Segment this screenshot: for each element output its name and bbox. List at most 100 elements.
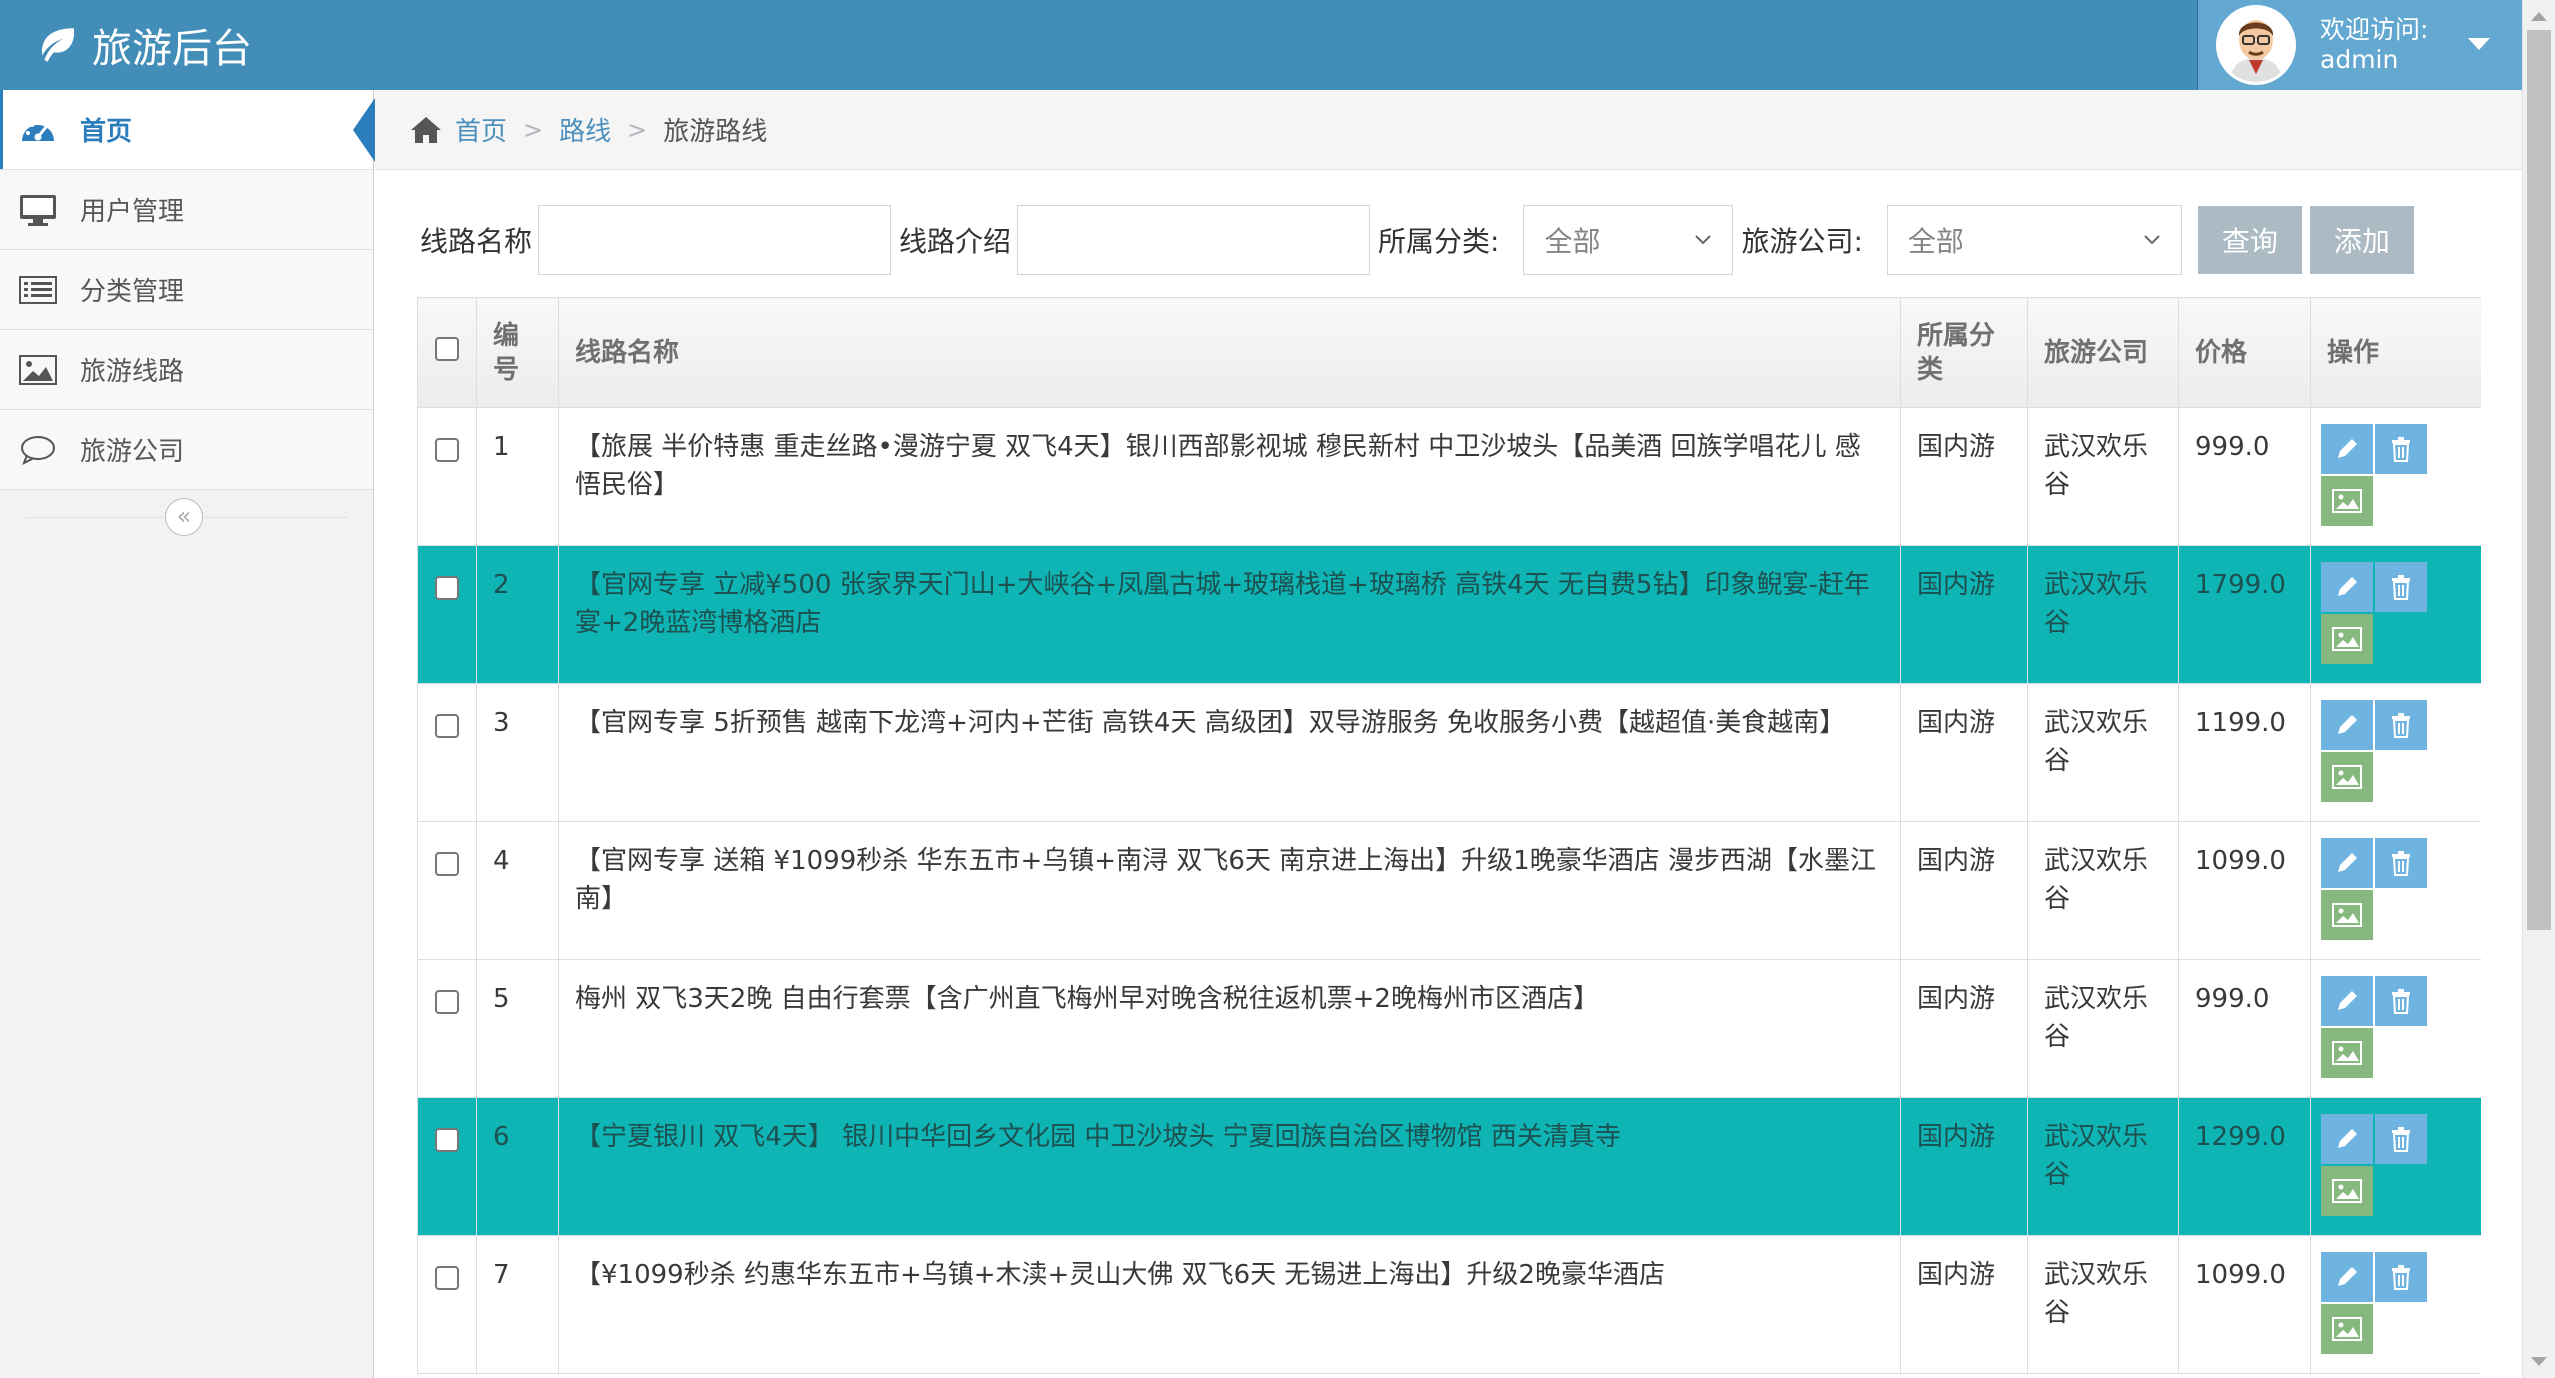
- scroll-down-arrow-icon[interactable]: [2531, 1357, 2547, 1366]
- cell-ops: [2310, 545, 2481, 684]
- table-row[interactable]: 4 【官网专享 送箱 ¥1099秒杀 华东五市+乌镇+南浔 双飞6天 南京进上海…: [417, 821, 2481, 960]
- table-row[interactable]: 5 梅州 双飞3天2晚 自由行套票【含广州直飞梅州早对晚含税往返机票+2晚梅州市…: [417, 959, 2481, 1098]
- scroll-thumb[interactable]: [2527, 30, 2551, 930]
- add-button[interactable]: 添加: [2309, 206, 2414, 274]
- cell-id: 4: [476, 821, 559, 960]
- image-button[interactable]: [2321, 614, 2373, 664]
- row-checkbox[interactable]: [435, 852, 459, 876]
- delete-button[interactable]: [2375, 1252, 2427, 1302]
- cell-ops: [2310, 683, 2481, 822]
- user-avatar[interactable]: [2216, 5, 2296, 85]
- collapse-sidebar-icon[interactable]: «: [165, 498, 203, 536]
- edit-button[interactable]: [2321, 424, 2373, 474]
- route-intro-input[interactable]: [1017, 205, 1371, 275]
- column-header-category[interactable]: 所属分类: [1900, 297, 2028, 408]
- page-scrollbar[interactable]: [2522, 0, 2555, 1378]
- column-header-id[interactable]: 编号: [476, 297, 559, 408]
- row-checkbox[interactable]: [435, 1266, 459, 1290]
- scroll-up-arrow-icon[interactable]: [2531, 12, 2547, 21]
- row-checkbox[interactable]: [435, 990, 459, 1014]
- image-button[interactable]: [2321, 1028, 2373, 1078]
- category-select[interactable]: 全部: [1523, 205, 1734, 275]
- edit-button[interactable]: [2321, 562, 2373, 612]
- route-intro-label: 线路介绍: [899, 225, 1012, 258]
- column-header-price[interactable]: 价格: [2178, 297, 2311, 408]
- select-all-checkbox[interactable]: [435, 336, 459, 361]
- pencil-icon: [2338, 1129, 2357, 1148]
- delete-button[interactable]: [2375, 424, 2427, 474]
- cell-price: 1199.0: [2178, 683, 2311, 822]
- sidebar-collapse: «: [0, 490, 373, 540]
- table-row[interactable]: 1 【旅展 半价特惠 重走丝路•漫游宁夏 双飞4天】银川西部影视城 穆民新村 中…: [417, 407, 2481, 546]
- cell-company: 武汉欢乐谷: [2027, 407, 2179, 546]
- breadcrumb-routes-link[interactable]: 路线: [559, 111, 611, 148]
- edit-button[interactable]: [2321, 1252, 2373, 1302]
- delete-button[interactable]: [2375, 976, 2427, 1026]
- trash-icon: [2392, 1265, 2410, 1290]
- comment-icon: [18, 434, 58, 466]
- picture-icon: [2332, 1041, 2362, 1065]
- column-header-name[interactable]: 线路名称: [558, 297, 1901, 408]
- cell-id: 7: [476, 1235, 559, 1374]
- chevron-down-icon: [1695, 235, 1712, 245]
- sidebar-item-categories[interactable]: 分类管理: [0, 250, 373, 330]
- monitor-icon: [18, 194, 58, 226]
- sidebar-item-home[interactable]: 首页: [0, 90, 375, 170]
- edit-button[interactable]: [2321, 1114, 2373, 1164]
- cell-company: 武汉欢乐谷: [2027, 959, 2179, 1098]
- pencil-icon: [2338, 1267, 2357, 1286]
- table-row[interactable]: 2 【官网专享 立减¥500 张家界天门山+大峡谷+凤凰古城+玻璃栈道+玻璃桥 …: [417, 545, 2481, 684]
- image-button[interactable]: [2321, 1304, 2373, 1354]
- trash-icon: [2392, 1127, 2410, 1152]
- user-name: admin: [2320, 45, 2399, 74]
- image-button[interactable]: [2321, 1166, 2373, 1216]
- list-icon: [18, 274, 58, 306]
- sidebar-item-label: 首页: [80, 117, 133, 147]
- sidebar-item-label: 分类管理: [80, 277, 185, 307]
- sidebar: 首页 用户管理 分类管理 旅游线路 旅游公司 «: [0, 90, 375, 1378]
- cell-category: 国内游: [1900, 1097, 2028, 1236]
- sidebar-item-routes[interactable]: 旅游线路: [0, 330, 373, 410]
- cell-price: 1799.0: [2178, 545, 2311, 684]
- cell-category: 国内游: [1900, 407, 2028, 546]
- company-select[interactable]: 全部: [1886, 205, 2182, 275]
- table-row[interactable]: 3 【官网专享 5折预售 越南下龙湾+河内+芒街 高铁4天 高级团】双导游服务 …: [417, 683, 2481, 822]
- edit-button[interactable]: [2321, 700, 2373, 750]
- brand[interactable]: 旅游后台: [36, 0, 252, 90]
- cell-price: 1099.0: [2178, 1235, 2311, 1374]
- edit-button[interactable]: [2321, 838, 2373, 888]
- cell-ops: [2310, 407, 2481, 546]
- home-icon[interactable]: [409, 115, 443, 145]
- breadcrumb-home-link[interactable]: 首页: [455, 111, 507, 148]
- caret-down-icon[interactable]: [2468, 38, 2490, 50]
- cell-category: 国内游: [1900, 683, 2028, 822]
- company-select-value: 全部: [1907, 225, 1964, 258]
- cell-id: 5: [476, 959, 559, 1098]
- row-checkbox[interactable]: [435, 576, 459, 600]
- row-checkbox[interactable]: [435, 438, 459, 462]
- delete-button[interactable]: [2375, 700, 2427, 750]
- cell-id: 6: [476, 1097, 559, 1236]
- route-name-input[interactable]: [538, 205, 892, 275]
- cell-name: 【官网专享 立减¥500 张家界天门山+大峡谷+凤凰古城+玻璃栈道+玻璃桥 高铁…: [558, 545, 1901, 684]
- sidebar-item-users[interactable]: 用户管理: [0, 170, 373, 250]
- image-button[interactable]: [2321, 476, 2373, 526]
- search-form: 线路名称 线路介绍 所属分类: 全部 旅游公司: 全部 查询 添加: [420, 205, 2520, 275]
- delete-button[interactable]: [2375, 838, 2427, 888]
- picture-icon: [2332, 903, 2362, 927]
- query-button[interactable]: 查询: [2197, 206, 2302, 274]
- row-checkbox[interactable]: [435, 714, 459, 738]
- column-header-company[interactable]: 旅游公司: [2027, 297, 2179, 408]
- image-button[interactable]: [2321, 752, 2373, 802]
- image-button[interactable]: [2321, 890, 2373, 940]
- table-row[interactable]: 7 【¥1099秒杀 约惠华东五市+乌镇+木渎+灵山大佛 双飞6天 无锡进上海出…: [417, 1235, 2481, 1374]
- row-checkbox[interactable]: [435, 1128, 459, 1152]
- delete-button[interactable]: [2375, 562, 2427, 612]
- cell-price: 999.0: [2178, 959, 2311, 1098]
- table-row[interactable]: 6 【宁夏银川 双飞4天】 银川中华回乡文化园 中卫沙坡头 宁夏回族自治区博物馆…: [417, 1097, 2481, 1236]
- edit-button[interactable]: [2321, 976, 2373, 1026]
- delete-button[interactable]: [2375, 1114, 2427, 1164]
- sidebar-item-companies[interactable]: 旅游公司: [0, 410, 373, 490]
- user-menu[interactable]: 欢迎访问: admin: [2197, 0, 2522, 90]
- picture-icon: [2332, 1179, 2362, 1203]
